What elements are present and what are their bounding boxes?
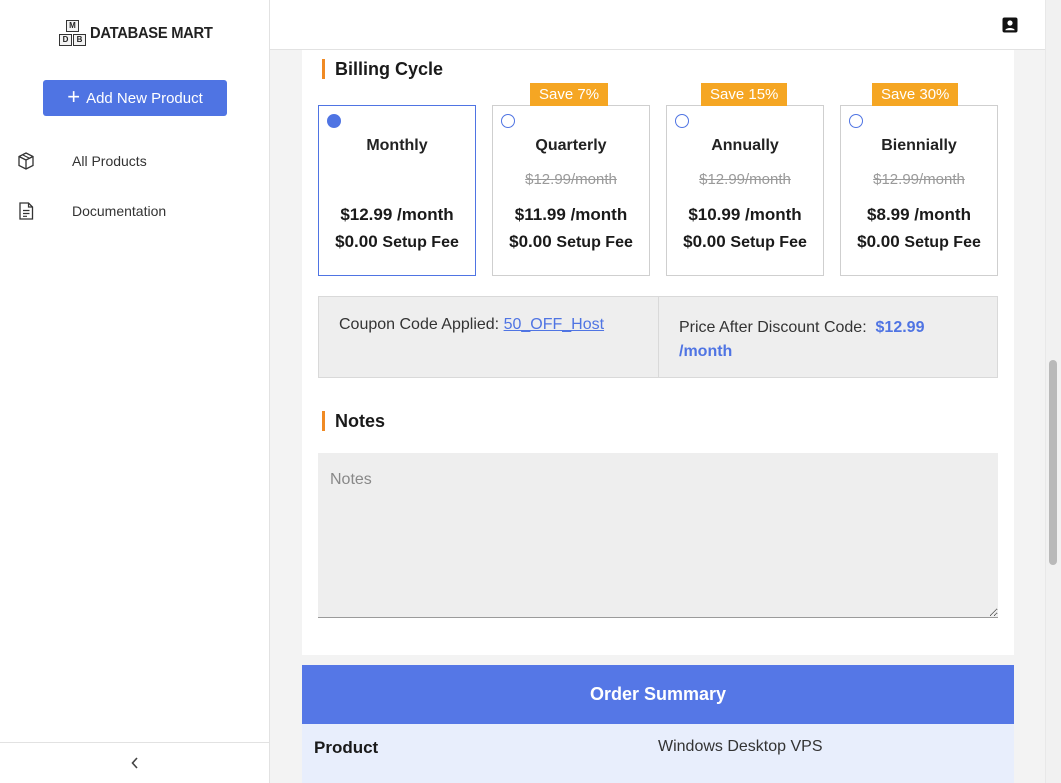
setup-label: Setup Fee: [556, 234, 633, 251]
plan-radio[interactable]: [849, 114, 863, 128]
save-badge: Save 7%: [530, 83, 609, 106]
user-account-icon[interactable]: [1002, 17, 1018, 33]
plan-original-price: $12.99/month: [873, 171, 965, 188]
sidebar-item-label: Documentation: [72, 203, 167, 219]
top-bar: [270, 0, 1045, 50]
plan-quarterly[interactable]: Save 7% Quarterly $12.99/month $11.99 /m…: [492, 83, 650, 276]
plan-price: $10.99 /month: [688, 205, 802, 224]
collapse-sidebar-button[interactable]: [0, 742, 269, 783]
order-card: Billing Cycle Monthly $12.99 /month $0.0…: [302, 50, 1014, 655]
coupon-box: Coupon Code Applied: 50_OFF_Host Price A…: [318, 296, 998, 378]
plan-setup-fee: $0.00 Setup Fee: [319, 232, 475, 252]
setup-label: Setup Fee: [730, 234, 807, 251]
plan-setup-fee: $0.00 Setup Fee: [667, 232, 823, 252]
page-scrollbar-thumb[interactable]: [1049, 360, 1057, 565]
coupon-code-link[interactable]: 50_OFF_Host: [504, 316, 604, 333]
notes-title: Notes: [322, 411, 385, 431]
coupon-label: Coupon Code Applied:: [339, 316, 500, 333]
logo-cube-b: B: [73, 34, 86, 46]
plan-price: $8.99 /month: [867, 205, 971, 224]
sidebar-item-all-products[interactable]: All Products: [0, 141, 269, 181]
plan-monthly[interactable]: Monthly $12.99 /month $0.00 Setup Fee: [318, 105, 476, 276]
setup-amount: $0.00: [683, 232, 726, 251]
logo-text: DATABASE MART: [90, 25, 213, 42]
plan-radio[interactable]: [675, 114, 689, 128]
sidebar-item-documentation[interactable]: Documentation: [0, 191, 269, 231]
chevron-left-icon: [130, 757, 138, 769]
plan-biennially[interactable]: Save 30% Biennially $12.99/month $8.99 /…: [840, 83, 998, 276]
price-after-discount-unit: /month: [679, 343, 733, 360]
setup-amount: $0.00: [335, 232, 378, 251]
setup-amount: $0.00: [509, 232, 552, 251]
sidebar-item-label: All Products: [72, 153, 147, 169]
box-icon: [18, 152, 34, 170]
plan-original-price: $12.99/month: [525, 171, 617, 188]
logo-cubes-icon: M D B: [57, 20, 87, 48]
plus-icon: +: [67, 84, 81, 109]
price-after-discount-value: $12.99: [875, 319, 925, 336]
summary-value: Windows Desktop VPS: [658, 738, 823, 755]
setup-amount: $0.00: [857, 232, 900, 251]
setup-label: Setup Fee: [904, 234, 981, 251]
plan-name: Annually: [711, 137, 779, 154]
plan-setup-fee: $0.00 Setup Fee: [493, 232, 649, 252]
document-icon: [19, 202, 34, 220]
plan-radio[interactable]: [327, 114, 341, 128]
logo[interactable]: M D B DATABASE MART: [57, 20, 223, 48]
coupon-applied: Coupon Code Applied: 50_OFF_Host: [319, 297, 659, 377]
save-badge: Save 30%: [872, 83, 959, 106]
add-new-product-label: Add New Product: [86, 89, 203, 107]
plan-name: Monthly: [366, 137, 428, 154]
plan-name: Quarterly: [535, 137, 607, 154]
plan-radio[interactable]: [501, 114, 515, 128]
price-after-discount-label: Price After Discount Code:: [679, 319, 867, 336]
plan-original-price: $12.99/month: [699, 171, 791, 188]
logo-cube-m: M: [66, 20, 79, 32]
summary-key: Product: [314, 738, 379, 757]
plan-name: Biennially: [881, 137, 957, 154]
summary-row-product: Product Windows Desktop VPS: [302, 724, 1014, 783]
save-badge: Save 15%: [701, 83, 788, 106]
notes-textarea[interactable]: [318, 453, 998, 618]
plan-price: $12.99 /month: [340, 205, 454, 224]
add-new-product-button[interactable]: + Add New Product: [43, 80, 227, 116]
order-summary-title: Order Summary: [302, 665, 1014, 724]
sidebar: M D B DATABASE MART + Add New Product Al…: [0, 0, 270, 783]
plan-price: $11.99 /month: [514, 205, 628, 224]
plan-setup-fee: $0.00 Setup Fee: [841, 232, 997, 252]
setup-label: Setup Fee: [382, 234, 459, 251]
logo-cube-d: D: [59, 34, 72, 46]
price-after-discount: Price After Discount Code: $12.99 /month: [659, 297, 997, 377]
billing-cycle-title: Billing Cycle: [322, 59, 443, 79]
plan-annually[interactable]: Save 15% Annually $12.99/month $10.99 /m…: [666, 83, 824, 276]
